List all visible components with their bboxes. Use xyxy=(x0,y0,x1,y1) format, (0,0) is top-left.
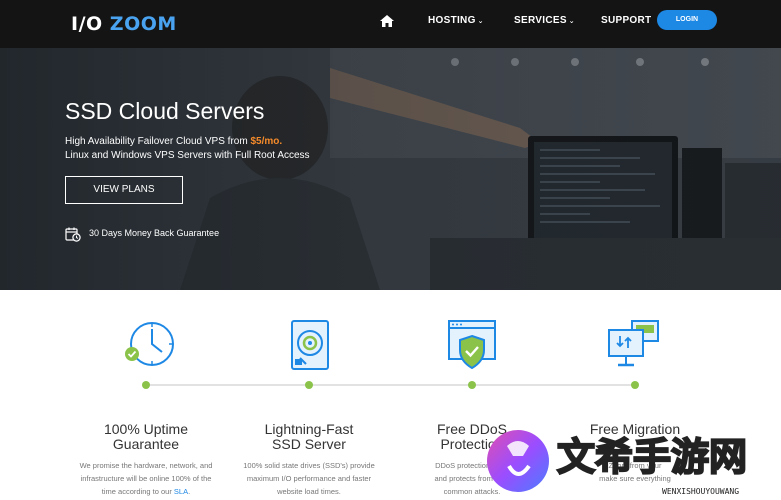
watermark-logo: 文希手游网 WENXISHOUYOUWANG xyxy=(487,430,748,496)
timeline-dot xyxy=(142,381,150,389)
view-plans-button[interactable]: VIEW PLANS xyxy=(65,176,183,204)
login-button[interactable]: LOGIN xyxy=(657,10,717,30)
home-icon[interactable] xyxy=(379,13,395,29)
ssd-drive-icon xyxy=(291,320,329,370)
timeline-dot xyxy=(468,381,476,389)
logo-zoom: ZOOM xyxy=(109,13,177,35)
features-timeline xyxy=(146,384,636,386)
sla-link[interactable]: SLA xyxy=(174,487,188,496)
hero-subtitle-line2: Linux and Windows VPS Servers with Full … xyxy=(65,150,310,161)
hero-title: SSD Cloud Servers xyxy=(65,98,265,124)
chevron-down-icon: ⌄ xyxy=(477,18,484,25)
hero-background-image xyxy=(0,48,781,290)
feature-desc-ssd: 100% solid state drives (SSD's) provide … xyxy=(243,461,375,496)
watermark-text: 文希手游网 xyxy=(557,435,747,479)
chevron-down-icon: ⌄ xyxy=(568,18,575,25)
nav-item-services[interactable]: SERVICES ⌄ xyxy=(514,15,575,26)
top-nav: I/O ZOOM HOSTING ⌄ SERVICES ⌄ SUPPORT LOGI… xyxy=(0,0,781,48)
feature-title-ssd: Lightning-Fast SSD Server xyxy=(264,421,354,452)
feature-desc-uptime: We promise the hardware, network, and in… xyxy=(79,461,213,496)
hero-banner: SSD Cloud Servers High Availability Fail… xyxy=(0,48,781,290)
logo-io: I/O xyxy=(71,13,103,35)
watermark-subtext: WENXISHOUYOUWANG xyxy=(662,487,739,496)
hero-subtitle: High Availability Failover Cloud VPS fro… xyxy=(65,136,283,147)
feature-title-uptime: 100% Uptime Guarantee xyxy=(103,421,189,452)
calendar-clock-icon xyxy=(65,227,81,242)
logo[interactable]: I/O ZOOM xyxy=(71,13,177,35)
migration-monitors-icon xyxy=(608,320,659,367)
money-back-guarantee: 30 Days Money Back Guarantee xyxy=(89,228,220,238)
timeline-dot xyxy=(631,381,639,389)
nav-item-hosting[interactable]: HOSTING ⌄ xyxy=(428,15,484,26)
shield-monitor-icon xyxy=(448,320,496,370)
timeline-dot xyxy=(305,381,313,389)
hero-price: $5/mo. xyxy=(250,136,283,147)
clock-check-icon xyxy=(125,322,174,366)
nav-item-support[interactable]: SUPPORT xyxy=(601,15,651,26)
